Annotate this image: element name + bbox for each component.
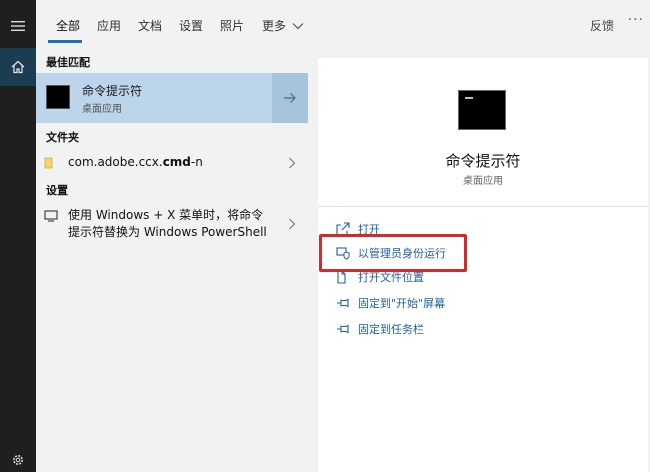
feedback-button[interactable]: 反馈 xyxy=(590,17,614,34)
folder-name-prefix: com.adobe.ccx. xyxy=(68,155,163,169)
tab-photos[interactable]: 照片 xyxy=(220,17,244,34)
preview-pane: 命令提示符 桌面应用 打开 以管理员身份运行 打开文件位置 固定到"开始"屏幕 … xyxy=(318,58,648,472)
more-options-button[interactable]: ··· xyxy=(628,12,644,28)
action-pin-to-taskbar[interactable]: 固定到任务栏 xyxy=(336,319,424,339)
tab-more[interactable]: 更多 xyxy=(262,17,304,34)
section-folders: 文件夹 xyxy=(46,131,79,144)
top-bar: 全部 应用 文档 设置 照片 更多 反馈 ··· xyxy=(36,0,650,50)
folder-icon xyxy=(44,157,53,169)
home-icon[interactable] xyxy=(0,48,36,86)
settings-item-line2: 提示符替换为 Windows PowerShell xyxy=(68,225,267,239)
action-pin-to-taskbar-label: 固定到任务栏 xyxy=(358,323,424,336)
pin-icon xyxy=(336,296,352,310)
hamburger-menu-icon[interactable] xyxy=(0,8,36,44)
arrow-right-icon xyxy=(284,93,296,103)
chevron-right-icon xyxy=(289,218,296,230)
action-pin-to-start-label: 固定到"开始"屏幕 xyxy=(358,297,446,310)
gear-icon[interactable] xyxy=(0,448,36,472)
command-prompt-icon xyxy=(458,90,506,130)
best-match-title: 命令提示符 xyxy=(82,84,143,98)
tab-all[interactable]: 全部 xyxy=(56,17,80,34)
expand-arrow-button[interactable] xyxy=(272,73,308,123)
active-tab-indicator xyxy=(48,40,82,43)
preview-subtitle: 桌面应用 xyxy=(463,176,503,187)
folder-name-match: cmd xyxy=(162,155,191,169)
monitor-icon xyxy=(44,210,58,222)
settings-item[interactable]: 使用 Windows + X 菜单时，将命令 提示符替换为 Windows Po… xyxy=(36,205,308,245)
results-list: 最佳匹配 命令提示符 桌面应用 文件夹 com.adobe.ccx.cmd-n … xyxy=(36,50,308,472)
divider xyxy=(318,206,648,207)
folder-name-suffix: -n xyxy=(190,155,203,169)
pin-icon xyxy=(336,322,352,336)
settings-item-line1: 使用 Windows + X 菜单时，将命令 xyxy=(68,208,264,222)
chevron-right-icon xyxy=(289,157,296,169)
tab-apps[interactable]: 应用 xyxy=(97,17,121,34)
chevron-down-icon xyxy=(292,23,304,30)
best-match-subtitle: 桌面应用 xyxy=(82,104,122,115)
tab-settings[interactable]: 设置 xyxy=(179,17,203,34)
folder-location-icon xyxy=(336,270,352,284)
left-rail xyxy=(0,0,36,472)
settings-item-text: 使用 Windows + X 菜单时，将命令 提示符替换为 Windows Po… xyxy=(68,207,267,241)
preview-title: 命令提示符 xyxy=(445,152,521,170)
tab-documents[interactable]: 文档 xyxy=(138,17,162,34)
section-settings: 设置 xyxy=(46,184,68,197)
best-match-item[interactable]: 命令提示符 桌面应用 xyxy=(36,73,308,123)
command-prompt-icon xyxy=(46,85,70,109)
highlight-annotation-box xyxy=(319,234,467,272)
folder-item[interactable]: com.adobe.ccx.cmd-n xyxy=(36,150,308,176)
folder-name: com.adobe.ccx.cmd-n xyxy=(68,154,203,171)
action-pin-to-start[interactable]: 固定到"开始"屏幕 xyxy=(336,293,445,313)
tab-more-label: 更多 xyxy=(262,19,287,33)
section-best-match: 最佳匹配 xyxy=(46,56,90,69)
